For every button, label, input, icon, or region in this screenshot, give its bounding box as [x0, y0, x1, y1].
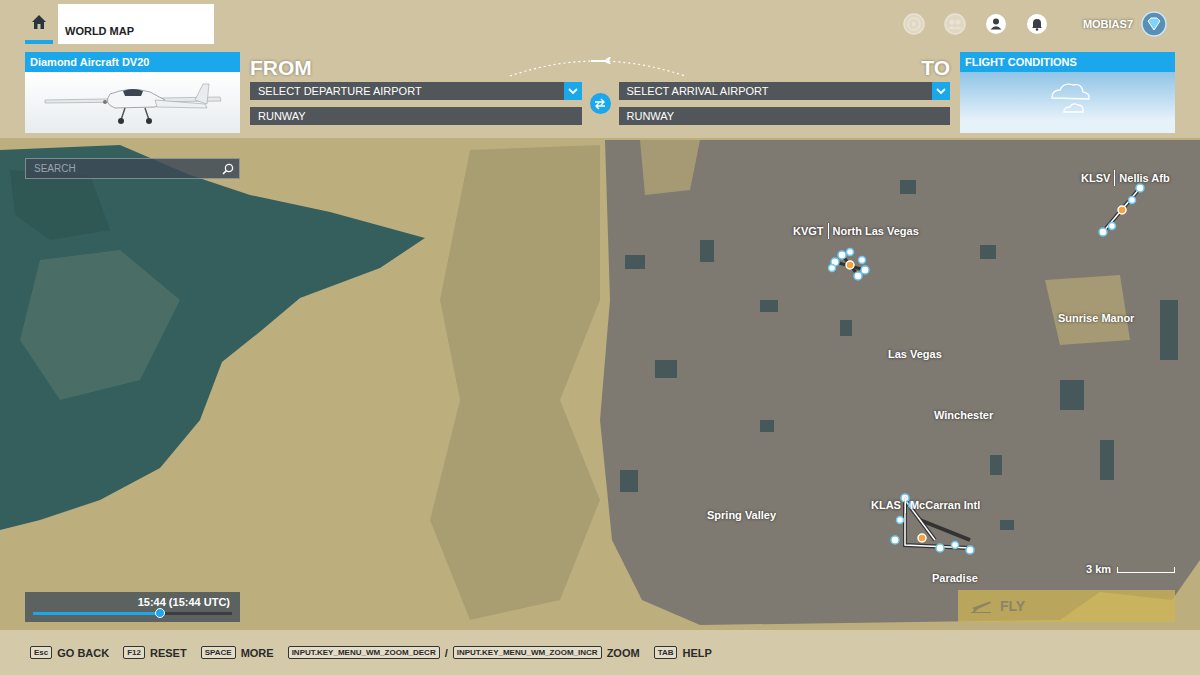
from-to-row: FROM TO	[250, 52, 950, 80]
airport-name: Nellis Afb	[1119, 172, 1169, 184]
key-cap: TAB	[654, 646, 678, 659]
time-knob[interactable]	[155, 608, 165, 618]
top-band: WORLD MAP MOBIAS7 Diamond Aircraft DV20 FRO…	[0, 0, 1200, 138]
radar-icon	[903, 13, 925, 35]
search-input[interactable]	[26, 163, 222, 174]
magnifier-icon	[222, 163, 234, 175]
friends-icon	[944, 13, 966, 35]
airport-code: KLSV	[1081, 172, 1110, 184]
fly-button: FLY	[958, 590, 1175, 622]
airport-code: KLAS	[871, 499, 901, 511]
hint-label: MORE	[241, 647, 274, 659]
key-hint: Esc GO BACK	[30, 646, 109, 659]
swap-arrows-icon	[594, 98, 606, 110]
notification-icon	[1026, 13, 1048, 35]
hint-label: GO BACK	[57, 647, 109, 659]
arrival-airport: SELECT ARRIVAL AIRPORT	[619, 83, 933, 99]
cloud-icon	[960, 72, 1175, 133]
key-hint: SPACE MORE	[201, 646, 274, 659]
key-separator: /	[445, 647, 448, 659]
key-cap: F12	[123, 646, 145, 659]
aircraft-picture	[25, 72, 240, 133]
place-label: Paradise	[932, 572, 978, 584]
label-divider	[1114, 170, 1115, 186]
takeoff-icon	[970, 599, 992, 613]
key-hint: INPUT.KEY_MENU_WM_ZOOM_DECR / INPUT.KEY_ME…	[288, 646, 640, 659]
key-cap: INPUT.KEY_MENU_WM_ZOOM_INCR	[453, 646, 602, 659]
route-row: Diamond Aircraft DV20 FROM TO SELECT DEPART…	[25, 52, 1175, 133]
world-map-tab[interactable]: WORLD MAP	[58, 4, 214, 44]
fly-label: FLY	[1000, 598, 1025, 614]
username: MOBIAS7	[1083, 18, 1133, 30]
dropdown-chevron[interactable]	[932, 82, 950, 100]
header-bar: WORLD MAP MOBIAS7	[25, 4, 1175, 44]
profile-icon	[985, 13, 1007, 35]
from-label: FROM	[250, 56, 312, 80]
chevron-down-icon	[936, 86, 946, 96]
hint-label: RESET	[150, 647, 187, 659]
airplane-icon	[25, 72, 240, 133]
time-reading: 15:44 (15:44 UTC)	[31, 596, 234, 608]
key-cap: INPUT.KEY_MENU_WM_ZOOM_DECR	[288, 646, 440, 659]
flight-conditions-card[interactable]: FLIGHT CONDITIONS	[960, 52, 1175, 133]
home-button[interactable]	[25, 4, 53, 44]
key-cap: Esc	[30, 646, 52, 659]
key-hint: TAB HELP	[654, 646, 712, 659]
route-panel: FROMTOSELECT DEPARTURE AIRPORTRUNWAYSELE…	[245, 52, 955, 133]
aircraft-card[interactable]: Diamond Aircraft DV20	[25, 52, 240, 133]
airport-label[interactable]: KLSV Nellis Afb	[1081, 170, 1170, 186]
airport-code: KVGT	[793, 225, 824, 237]
place-label: Winchester	[934, 409, 993, 421]
departure-column: SELECT DEPARTURE AIRPORT RUNWAY	[250, 82, 582, 125]
map-scale: 3 km	[1086, 563, 1175, 575]
map-area: 15:44 (15:44 UTC) FLY	[0, 138, 1200, 630]
departure-airport-dropdown[interactable]: SELECT DEPARTURE AIRPORT	[250, 82, 582, 100]
departure-airport: SELECT DEPARTURE AIRPORT	[250, 83, 564, 99]
flight-conditions-title: FLIGHT CONDITIONS	[960, 52, 1175, 72]
weather-picture	[960, 72, 1175, 133]
home-icon	[31, 14, 47, 30]
spacer	[219, 4, 898, 44]
hint-label: ZOOM	[607, 647, 640, 659]
scale-text: 3 km	[1086, 563, 1111, 575]
hint-label: HELP	[682, 647, 711, 659]
diamond-badge-icon	[1141, 11, 1167, 37]
aircraft-name: Diamond Aircraft DV20	[25, 52, 240, 72]
departure-runway-field[interactable]: RUNWAY	[250, 107, 582, 125]
place-label: Las Vegas	[888, 348, 942, 360]
label-divider	[905, 497, 906, 513]
place-label: Sunrise Manor	[1058, 312, 1134, 324]
dropdown-chevron[interactable]	[564, 82, 582, 100]
arrival-airport-dropdown[interactable]: SELECT ARRIVAL AIRPORT	[619, 82, 951, 100]
search-box[interactable]	[25, 158, 240, 179]
to-label: TO	[921, 56, 950, 80]
airport-name: McCarran Intl	[910, 499, 980, 511]
user-profile[interactable]: MOBIAS7	[1083, 4, 1175, 44]
key-cap: SPACE	[201, 646, 236, 659]
key-hints-bar: Esc GO BACK F12 RESET SPACE MORE INPUT.KEY_MEN…	[0, 630, 1200, 675]
time-track[interactable]	[33, 612, 232, 615]
label-divider	[828, 223, 829, 239]
airport-label[interactable]: KVGT North Las Vegas	[793, 223, 919, 239]
header-icons	[903, 4, 1048, 44]
time-fill	[33, 612, 160, 615]
airport-name: North Las Vegas	[833, 225, 919, 237]
place-label: Spring Valley	[707, 509, 776, 521]
map-bottom-row: 15:44 (15:44 UTC) FLY	[25, 590, 1175, 622]
chevron-down-icon	[568, 86, 578, 96]
scale-bar	[1117, 567, 1175, 573]
airport-label[interactable]: KLAS McCarran Intl	[871, 497, 980, 513]
route-arc-icon	[505, 52, 690, 78]
time-slider[interactable]: 15:44 (15:44 UTC)	[25, 592, 240, 622]
key-hint: F12 RESET	[123, 646, 186, 659]
arrival-runway-field[interactable]: RUNWAY	[619, 107, 951, 125]
route-fields: SELECT DEPARTURE AIRPORTRUNWAYSELECT ARR…	[250, 82, 950, 125]
swap-button[interactable]	[590, 93, 611, 114]
arrival-column: SELECT ARRIVAL AIRPORT RUNWAY	[619, 82, 951, 125]
